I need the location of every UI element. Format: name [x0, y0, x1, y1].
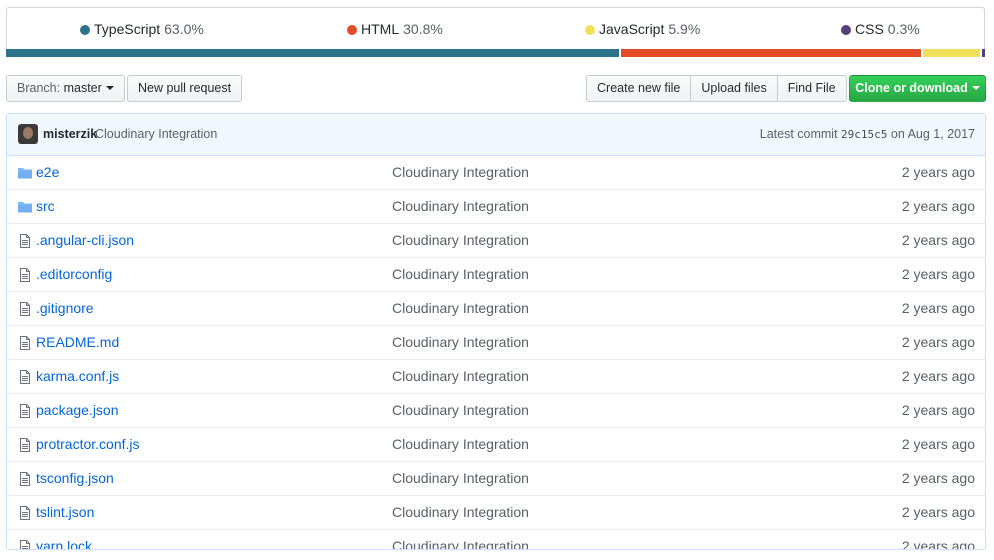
commit-message-link[interactable]: Cloudinary Integration: [95, 127, 217, 141]
file-rows: e2e Cloudinary Integration 2 years ago src C…: [7, 156, 985, 550]
file-age: 2 years ago: [901, 504, 975, 520]
clone-or-download-button[interactable]: Clone or download: [849, 75, 986, 102]
file-commit-message-link[interactable]: Cloudinary Integration: [392, 198, 529, 214]
file-row: .gitignore Cloudinary Integration 2 years …: [7, 291, 985, 325]
folder-icon: [17, 165, 33, 181]
caret-down-icon: [971, 86, 980, 90]
file-age: 2 years ago: [901, 266, 975, 282]
file-row: package.json Cloudinary Integration 2 year…: [7, 393, 985, 427]
file-name-link[interactable]: e2e: [36, 164, 59, 180]
file-age: 2 years ago: [901, 436, 975, 452]
language-typescript[interactable]: TypeScript 63.0%: [80, 21, 204, 37]
file-commit-message-link[interactable]: Cloudinary Integration: [392, 436, 529, 452]
file-name-link[interactable]: tslint.json: [36, 504, 94, 520]
file-row: e2e Cloudinary Integration 2 years ago: [7, 156, 985, 189]
file-name-link[interactable]: .angular-cli.json: [36, 232, 134, 248]
file-icon: [17, 505, 33, 521]
file-row: src Cloudinary Integration 2 years ago: [7, 189, 985, 223]
file-name-link[interactable]: README.md: [36, 334, 119, 350]
file-name-link[interactable]: protractor.conf.js: [36, 436, 140, 452]
file-row: tslint.json Cloudinary Integration 2 years…: [7, 495, 985, 529]
language-bar[interactable]: [6, 49, 985, 57]
branch-select-button[interactable]: Branch: master: [6, 75, 125, 102]
file-row: protractor.conf.js Cloudinary Integration…: [7, 427, 985, 461]
file-age: 2 years ago: [901, 368, 975, 384]
file-icon: [17, 539, 33, 549]
file-age: 2 years ago: [901, 470, 975, 486]
file-name-link[interactable]: package.json: [36, 402, 119, 418]
commit-author-link[interactable]: misterzik: [43, 127, 97, 141]
language-bar-segment-javascript[interactable]: [920, 49, 981, 57]
file-commit-message-link[interactable]: Cloudinary Integration: [392, 334, 529, 350]
create-new-file-button[interactable]: Create new file: [586, 75, 692, 102]
file-age: 2 years ago: [901, 164, 975, 180]
new-pull-request-button[interactable]: New pull request: [127, 75, 243, 102]
file-icon: [17, 267, 33, 283]
file-commit-message-link[interactable]: Cloudinary Integration: [392, 470, 529, 486]
file-row: README.md Cloudinary Integration 2 years a…: [7, 325, 985, 359]
language-color-dot: [841, 25, 851, 35]
file-age: 2 years ago: [901, 300, 975, 316]
find-file-button[interactable]: Find File: [776, 75, 847, 102]
language-html[interactable]: HTML 30.8%: [347, 21, 443, 37]
file-name-link[interactable]: yarn.lock: [36, 538, 92, 549]
file-commit-message-link[interactable]: Cloudinary Integration: [392, 504, 529, 520]
file-name-link[interactable]: .editorconfig: [36, 266, 112, 282]
file-commit-message-link[interactable]: Cloudinary Integration: [392, 368, 529, 384]
language-javascript[interactable]: JavaScript 5.9%: [585, 21, 700, 37]
language-css[interactable]: CSS 0.3%: [841, 21, 920, 37]
file-icon: [17, 301, 33, 317]
file-commit-message-link[interactable]: Cloudinary Integration: [392, 402, 529, 418]
language-bar-segment-typescript[interactable]: [6, 49, 619, 57]
avatar-face: [23, 127, 33, 139]
file-name-link[interactable]: karma.conf.js: [36, 368, 119, 384]
file-age: 2 years ago: [901, 198, 975, 214]
avatar[interactable]: [18, 124, 38, 144]
file-row: karma.conf.js Cloudinary Integration 2 yea…: [7, 359, 985, 393]
latest-commit-info: Latest commit 29c15c5 on Aug 1, 2017: [759, 127, 975, 141]
file-row: tsconfig.json Cloudinary Integration 2 yea…: [7, 461, 985, 495]
language-color-dot: [585, 25, 595, 35]
file-icon: [17, 335, 33, 351]
file-icon: [17, 437, 33, 453]
file-commit-message-link[interactable]: Cloudinary Integration: [392, 266, 529, 282]
caret-down-icon: [105, 86, 114, 90]
file-actions-group: Create new file Upload files Find File: [586, 75, 847, 102]
file-name-link[interactable]: tsconfig.json: [36, 470, 114, 486]
latest-commit-bar: misterzik Cloudinary Integration Latest …: [7, 114, 985, 156]
file-age: 2 years ago: [901, 334, 975, 350]
file-icon: [17, 403, 33, 419]
file-name-link[interactable]: .gitignore: [36, 300, 94, 316]
file-age: 2 years ago: [901, 402, 975, 418]
file-icon: [17, 369, 33, 385]
commit-date: on Aug 1, 2017: [890, 127, 975, 141]
file-commit-message-link[interactable]: Cloudinary Integration: [392, 300, 529, 316]
file-age: 2 years ago: [901, 232, 975, 248]
commit-sha-link[interactable]: 29c15c5: [841, 128, 887, 141]
file-commit-message-link[interactable]: Cloudinary Integration: [392, 538, 529, 549]
upload-files-button[interactable]: Upload files: [690, 75, 778, 102]
file-name-link[interactable]: src: [36, 198, 55, 214]
folder-icon: [17, 199, 33, 215]
language-color-dot: [80, 25, 90, 35]
file-icon: [17, 471, 33, 487]
file-table: misterzik Cloudinary Integration Latest …: [6, 113, 986, 550]
file-age: 2 years ago: [901, 538, 975, 550]
file-row: .angular-cli.json Cloudinary Integration 2…: [7, 223, 985, 257]
file-commit-message-link[interactable]: Cloudinary Integration: [392, 232, 529, 248]
language-bar-segment-html[interactable]: [619, 49, 921, 57]
language-color-dot: [347, 25, 357, 35]
file-row: .editorconfig Cloudinary Integration 2 yea…: [7, 257, 985, 291]
file-commit-message-link[interactable]: Cloudinary Integration: [392, 164, 529, 180]
language-bar-segment-css[interactable]: [980, 49, 985, 57]
file-row: yarn.lock Cloudinary Integration 2 years a…: [7, 529, 985, 550]
file-icon: [17, 233, 33, 249]
